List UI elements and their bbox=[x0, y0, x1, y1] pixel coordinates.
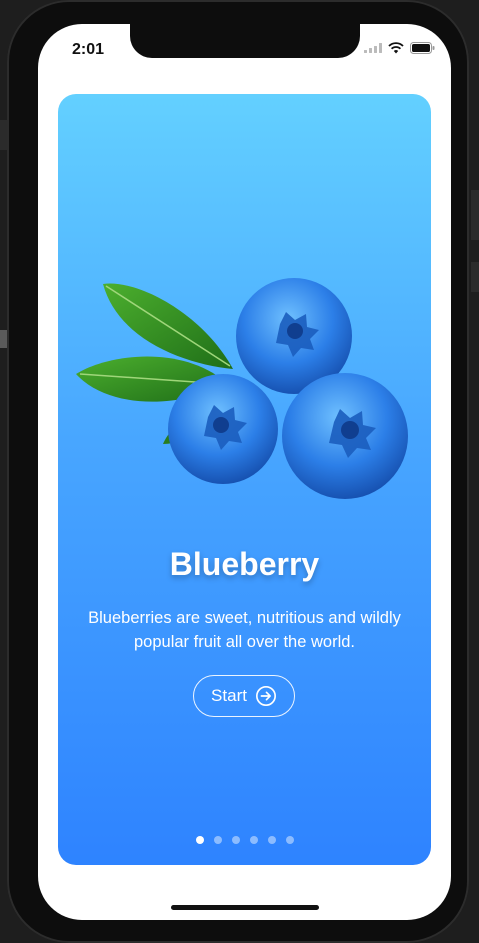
blueberry-icon bbox=[76, 278, 408, 499]
start-button[interactable]: Start bbox=[193, 675, 295, 717]
status-icons bbox=[364, 42, 435, 54]
arrow-right-circle-icon bbox=[255, 686, 276, 706]
fruit-description: Blueberries are sweet, nutritious and wi… bbox=[88, 609, 401, 651]
page-dot-2[interactable] bbox=[213, 836, 222, 844]
home-indicator[interactable] bbox=[171, 905, 319, 910]
wifi-icon bbox=[388, 42, 404, 54]
page-indicator[interactable] bbox=[58, 836, 431, 844]
start-button-label: Start bbox=[211, 686, 247, 705]
simulator-backdrop-right bbox=[471, 262, 479, 292]
page-dot-5[interactable] bbox=[267, 836, 276, 844]
signal-icon bbox=[364, 43, 382, 53]
fruit-title: Blueberry bbox=[169, 546, 320, 582]
page-dot-1[interactable] bbox=[195, 836, 204, 844]
notch bbox=[130, 24, 360, 58]
page-dot-3[interactable] bbox=[231, 836, 240, 844]
phone-screen: 2:01 Blueberry Blueberries are sweet, nu… bbox=[38, 24, 451, 920]
page-dot-4[interactable] bbox=[249, 836, 258, 844]
page-dot-6[interactable] bbox=[285, 836, 294, 844]
fruit-card[interactable]: Blueberry Blueberries are sweet, nutriti… bbox=[58, 94, 431, 865]
phone-frame: 2:01 Blueberry Blueberries are sweet, nu… bbox=[7, 0, 469, 943]
battery-icon bbox=[410, 42, 435, 54]
simulator-backdrop-right bbox=[471, 190, 479, 240]
status-time: 2:01 bbox=[72, 41, 105, 58]
